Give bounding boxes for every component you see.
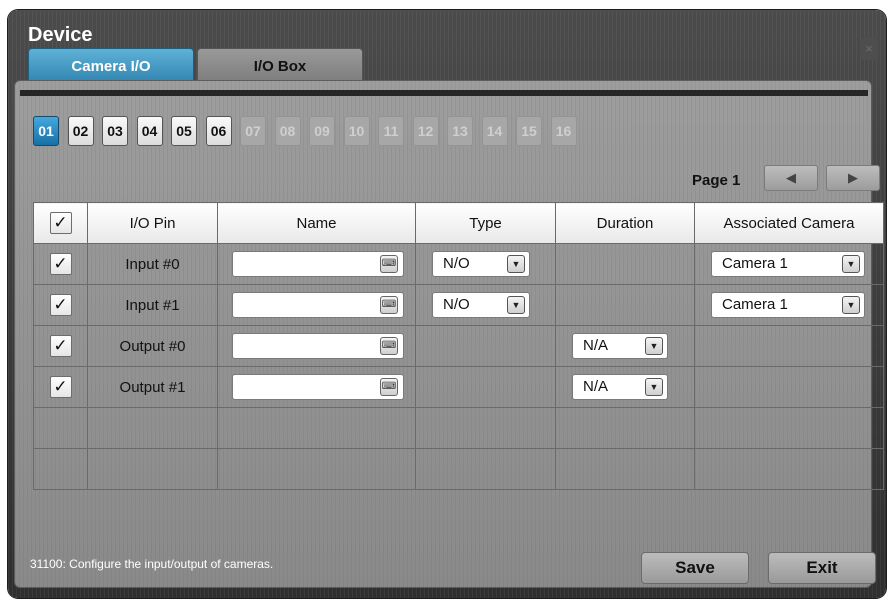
page-button-04[interactable]: 04: [136, 116, 163, 146]
page-button-02[interactable]: 02: [67, 116, 94, 146]
exit-button[interactable]: Exit: [768, 552, 876, 584]
page-button-03[interactable]: 03: [102, 116, 128, 146]
column-header-associated-camera: Associated Camera: [694, 202, 884, 244]
column-header-io-pin: I/O Pin: [87, 202, 218, 244]
io-pin-label: Output #0: [87, 325, 218, 367]
column-header-duration: Duration: [555, 202, 695, 244]
window-title: Device: [28, 24, 93, 46]
next-page-button[interactable]: ▶: [826, 165, 880, 191]
keyboard-icon[interactable]: ⌨: [380, 337, 398, 355]
select-all-checkbox[interactable]: ✓: [49, 212, 72, 234]
duration-cell: [555, 243, 695, 285]
dropdown-arrow-icon[interactable]: ▼: [507, 255, 525, 273]
row-checkbox[interactable]: ✓: [49, 253, 72, 275]
column-header-name: Name: [217, 202, 416, 244]
dropdown-arrow-icon[interactable]: ▼: [842, 255, 860, 273]
row-checkbox[interactable]: ✓: [49, 376, 72, 398]
page-button-11: 11: [378, 116, 404, 146]
page-button-12: 12: [412, 116, 439, 146]
arrow-left-icon: ◀: [786, 170, 796, 185]
table-row: ✓ Input #1 ⌨ N/O ▼ Camera 1 ▼: [33, 284, 884, 326]
keyboard-icon[interactable]: ⌨: [380, 378, 398, 396]
page-button-08: 08: [274, 116, 301, 146]
table-row: ✓ Output #0 ⌨ N/A ▼: [33, 325, 884, 367]
page-button-13: 13: [447, 116, 473, 146]
page-button-06[interactable]: 06: [205, 116, 232, 146]
io-table: ✓ I/O Pin Name Type Duration Associated …: [33, 202, 884, 490]
duration-value: N/A: [583, 337, 609, 354]
page-button-15: 15: [516, 116, 542, 146]
camera-select[interactable]: Camera 1 ▼: [711, 292, 865, 318]
table-row: ✓ Output #1 ⌨ N/A ▼: [33, 366, 884, 408]
column-header-type: Type: [415, 202, 556, 244]
table-row-empty: [33, 407, 884, 449]
name-input[interactable]: ⌨: [232, 374, 404, 400]
duration-select[interactable]: N/A ▼: [572, 333, 668, 359]
camera-value: Camera 1: [722, 296, 788, 313]
page-button-16: 16: [550, 116, 577, 146]
page-button-01[interactable]: 01: [33, 116, 59, 146]
previous-page-button[interactable]: ◀: [764, 165, 818, 191]
page-button-05[interactable]: 05: [171, 116, 197, 146]
close-icon[interactable]: ×: [860, 38, 878, 60]
dropdown-arrow-icon[interactable]: ▼: [507, 296, 525, 314]
name-input[interactable]: ⌨: [232, 333, 404, 359]
name-input[interactable]: ⌨: [232, 251, 404, 277]
keyboard-icon[interactable]: ⌨: [380, 296, 398, 314]
panel-divider: [20, 90, 868, 96]
io-pin-label: Output #1: [87, 366, 218, 408]
camera-value: Camera 1: [722, 255, 788, 272]
arrow-right-icon: ▶: [848, 170, 858, 185]
table-row-empty: [33, 448, 884, 490]
page-button-07: 07: [240, 116, 266, 146]
page-button-14: 14: [481, 116, 508, 146]
row-checkbox[interactable]: ✓: [49, 294, 72, 316]
page-button-10: 10: [343, 116, 370, 146]
status-message: 31100: Configure the input/output of cam…: [30, 557, 274, 571]
keyboard-icon[interactable]: ⌨: [380, 255, 398, 273]
io-pin-label: Input #0: [87, 243, 218, 285]
duration-select[interactable]: N/A ▼: [572, 374, 668, 400]
camera-select[interactable]: Camera 1 ▼: [711, 251, 865, 277]
io-pin-label: Input #1: [87, 284, 218, 326]
table-row: ✓ Input #0 ⌨ N/O ▼ Camera 1 ▼: [33, 243, 884, 285]
type-cell: [415, 366, 556, 408]
duration-value: N/A: [583, 378, 609, 395]
type-value: N/O: [443, 296, 470, 313]
camera-cell: [694, 366, 884, 408]
header-select-all: ✓: [33, 202, 88, 244]
save-button[interactable]: Save: [641, 552, 749, 584]
row-checkbox[interactable]: ✓: [49, 335, 72, 357]
dropdown-arrow-icon[interactable]: ▼: [645, 378, 663, 396]
page-button-09: 09: [309, 116, 335, 146]
dropdown-arrow-icon[interactable]: ▼: [842, 296, 860, 314]
type-value: N/O: [443, 255, 470, 272]
type-select[interactable]: N/O ▼: [432, 251, 530, 277]
camera-cell: [694, 325, 884, 367]
name-input[interactable]: ⌨: [232, 292, 404, 318]
page-indicator: Page 1: [692, 172, 741, 189]
table-header-row: ✓ I/O Pin Name Type Duration Associated …: [33, 202, 884, 244]
duration-cell: [555, 284, 695, 326]
type-select[interactable]: N/O ▼: [432, 292, 530, 318]
type-cell: [415, 325, 556, 367]
dropdown-arrow-icon[interactable]: ▼: [645, 337, 663, 355]
